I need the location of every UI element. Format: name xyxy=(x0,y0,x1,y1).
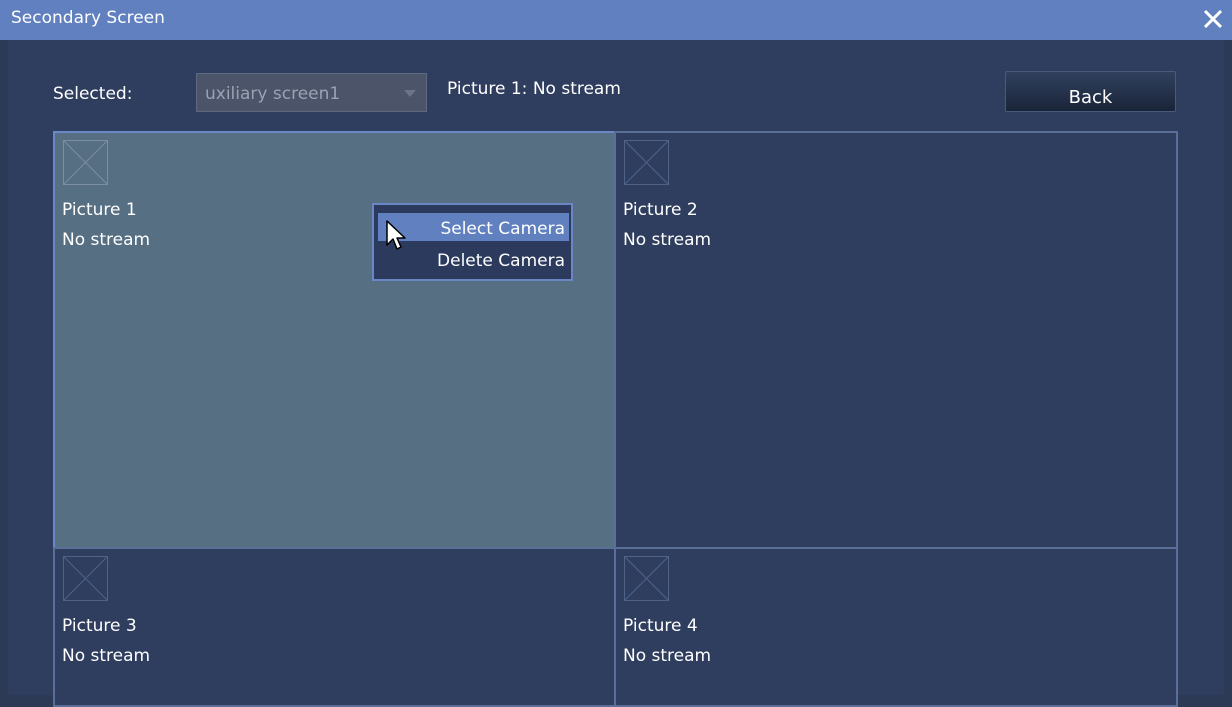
picture-status: No stream xyxy=(623,230,712,250)
title-bar: Secondary Screen xyxy=(0,0,1232,40)
picture-status: No stream xyxy=(62,230,151,250)
picture-name: Picture 2 xyxy=(623,200,698,220)
window-title: Secondary Screen xyxy=(11,8,165,28)
picture-cell-2[interactable]: Picture 2 No stream xyxy=(614,131,1178,549)
close-button[interactable] xyxy=(1200,6,1226,32)
picture-name: Picture 4 xyxy=(623,616,698,636)
close-icon xyxy=(1203,9,1223,29)
no-image-icon xyxy=(63,140,108,185)
menu-item-label: Select Camera xyxy=(440,219,565,239)
no-image-icon xyxy=(624,556,669,601)
mouse-cursor-icon xyxy=(386,220,408,252)
no-image-icon xyxy=(624,140,669,185)
selected-label: Selected: xyxy=(53,84,133,104)
picture-status: No stream xyxy=(623,646,712,666)
picture-cell-1[interactable]: Picture 1 No stream xyxy=(53,131,616,549)
screen-select-value: uxiliary screen1 xyxy=(205,84,341,104)
back-button-label: Back xyxy=(1068,87,1113,108)
chevron-down-icon xyxy=(404,90,416,97)
back-button[interactable]: Back xyxy=(1005,71,1176,112)
picture-cell-4[interactable]: Picture 4 No stream xyxy=(614,547,1178,707)
picture-status: No stream xyxy=(62,646,151,666)
selected-picture-status: Picture 1: No stream xyxy=(447,79,621,99)
menu-item-label: Delete Camera xyxy=(437,251,565,271)
screen-select-dropdown[interactable]: uxiliary screen1 xyxy=(196,73,427,112)
picture-name: Picture 1 xyxy=(62,200,137,220)
picture-cell-3[interactable]: Picture 3 No stream xyxy=(53,547,616,707)
picture-name: Picture 3 xyxy=(62,616,137,636)
no-image-icon xyxy=(63,556,108,601)
